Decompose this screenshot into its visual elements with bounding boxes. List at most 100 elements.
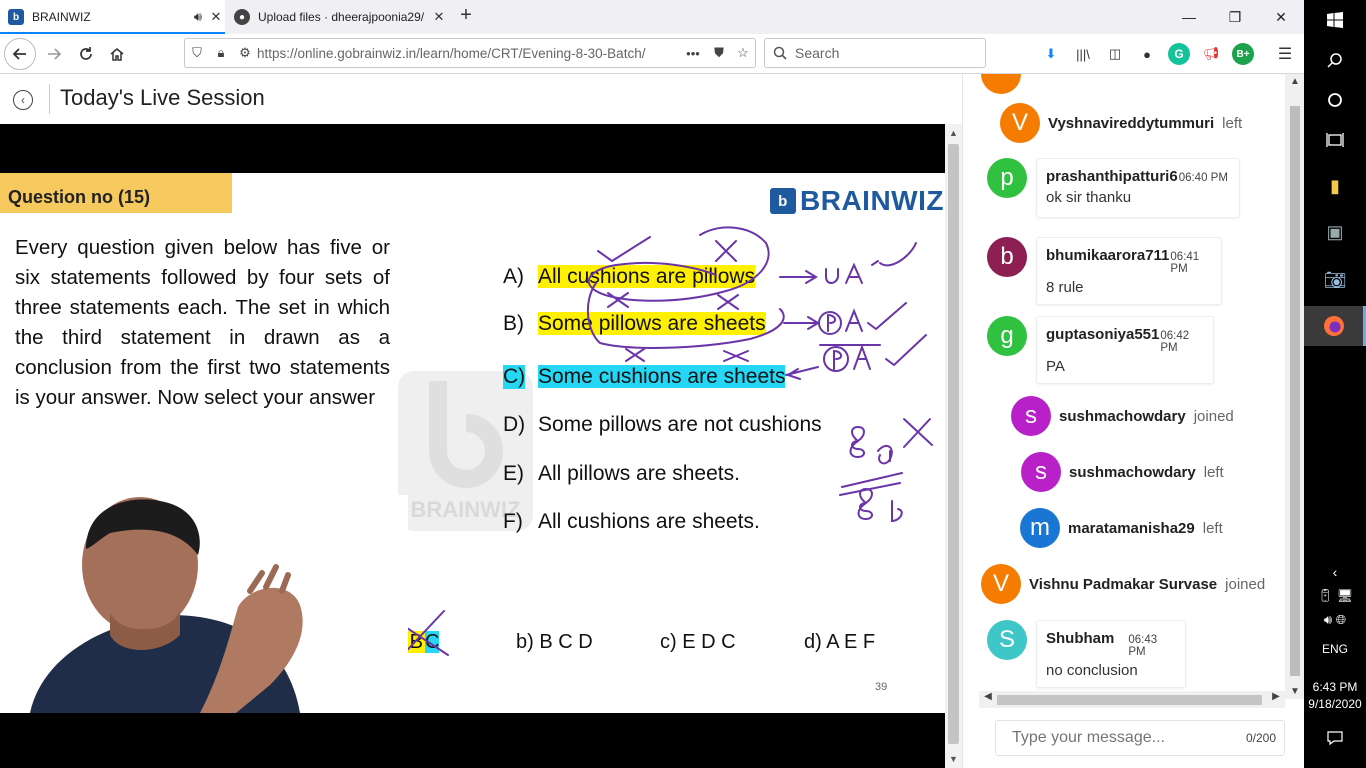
avatar: p (987, 158, 1027, 198)
url-text[interactable]: https://online.gobrainwiz.in/learn/home/… (257, 46, 679, 61)
option-letter: B) (503, 312, 524, 335)
network-battery-icons[interactable]: 🔋︎ 🖥︎ (1304, 588, 1366, 604)
new-tab-button[interactable]: + (454, 4, 478, 30)
message-time: 06:42 PM (1160, 330, 1190, 354)
address-bar[interactable]: ⛉ 🔒︎ ⚙ https://online.gobrainwiz.in/lear… (184, 38, 756, 68)
message-user-name: bhumikaarora711 (1046, 247, 1170, 264)
message-text: 8 rule (1046, 279, 1084, 296)
message-input-field[interactable] (1012, 729, 1246, 747)
show-hidden-icons-icon[interactable]: ‹ (1304, 552, 1366, 592)
chat-vertical-scrollbar[interactable]: ▲ ▼ (1285, 74, 1305, 699)
close-tab-icon[interactable]: ✕ (430, 9, 448, 25)
option-letter: A) (503, 265, 524, 288)
event-user-name: maratamanisha29 (1068, 519, 1195, 537)
slide-page-number: 39 (875, 681, 888, 693)
search-box[interactable]: Search (764, 38, 986, 68)
avatar: m (1020, 508, 1060, 548)
scroll-left-arrow[interactable]: ◀ (981, 691, 995, 702)
forward-button[interactable] (38, 38, 70, 70)
search-icon (773, 46, 787, 60)
extension-b-icon[interactable]: B+ (1232, 43, 1254, 65)
chat-event: V Vyshnavireddytummuri left (1000, 103, 1242, 143)
firefox-icon[interactable] (1304, 306, 1366, 346)
tab-brainwiz[interactable]: b BRAINWIZ 🔊︎ ✕ (0, 0, 225, 34)
navigation-toolbar: ⛉ 🔒︎ ⚙ https://online.gobrainwiz.in/lear… (0, 34, 1304, 74)
scrollbar-thumb[interactable] (948, 144, 959, 744)
notifications-icon[interactable] (1304, 718, 1366, 758)
back-button[interactable] (4, 38, 36, 70)
arrow-right-icon (48, 48, 62, 60)
scroll-up-arrow[interactable]: ▲ (945, 128, 962, 138)
camera-icon[interactable]: 📷︎ (1304, 260, 1366, 300)
brainwiz-favicon-icon: b (8, 9, 24, 25)
scrollbar-thumb[interactable] (1290, 106, 1300, 676)
option-letter: F) (503, 510, 523, 533)
permissions-icon[interactable]: ⚙ (233, 45, 257, 61)
event-user-name: Vishnu Padmakar Survase (1029, 575, 1218, 593)
option-letter: C) (503, 365, 526, 389)
pocket-icon[interactable]: ⛊ (707, 45, 731, 61)
option-text: All pillows are sheets. (538, 462, 740, 485)
avatar: s (1021, 452, 1061, 492)
github-icon: ● (234, 9, 250, 25)
chat-event: s sushmachowdary joined (1011, 396, 1234, 436)
scroll-up-arrow[interactable]: ▲ (1285, 76, 1305, 87)
speaker-icon[interactable]: 🔊︎ (189, 9, 207, 25)
megaphone-icon[interactable]: 📢︎ (1200, 43, 1222, 65)
menu-hamburger-icon[interactable]: ☰ (1274, 43, 1296, 65)
close-tab-icon[interactable]: ✕ (207, 9, 225, 25)
download-icon[interactable]: ⬇ (1040, 43, 1062, 65)
volume-icon[interactable]: 🔊︎ 🌐︎ (1304, 612, 1366, 628)
avatar: S (987, 620, 1027, 660)
app-icon[interactable]: ▣ (1304, 212, 1366, 252)
option-text: Some cushions are sheets (538, 365, 786, 388)
search-icon[interactable] (1304, 40, 1366, 80)
shield-icon[interactable]: ⛉ (185, 45, 209, 61)
library-icon[interactable]: |||\ (1072, 43, 1094, 65)
home-button[interactable] (101, 38, 133, 70)
back-circle-icon[interactable]: ‹ (13, 90, 33, 110)
chat-horizontal-scrollbar[interactable]: ◀ ▶ (979, 691, 1285, 708)
scroll-right-arrow[interactable]: ▶ (1269, 691, 1283, 702)
scroll-down-arrow[interactable]: ▼ (945, 754, 962, 764)
video-scrollbar[interactable]: ▲ ▼ (945, 124, 962, 768)
live-video-player[interactable]: Question no (15) b BRAINWIZ Every questi… (0, 124, 945, 768)
maximize-button[interactable]: ❐ (1212, 0, 1258, 34)
event-status: joined (1225, 575, 1266, 593)
scrollbar-thumb[interactable] (997, 695, 1262, 705)
windows-start-icon[interactable] (1304, 0, 1366, 40)
browser-tab-bar: b BRAINWIZ 🔊︎ ✕ ● Upload files · dheeraj… (0, 0, 1304, 34)
sidebar-icon[interactable]: ◫ (1104, 43, 1126, 65)
event-user-name: sushmachowdary (1069, 463, 1196, 481)
reload-button[interactable] (70, 38, 102, 70)
chat-messages[interactable]: V Vyshnavireddytummuri left p prashanthi… (963, 74, 1283, 692)
chat-message-input[interactable]: 0/200 (995, 720, 1285, 756)
bookmark-star-icon[interactable]: ☆ (731, 45, 755, 61)
chat-panel: V Vyshnavireddytummuri left p prashanthi… (962, 74, 1305, 768)
tab-upload-files[interactable]: ● Upload files · dheerajpoonia29/ ✕ (226, 0, 448, 34)
scroll-down-arrow[interactable]: ▼ (1285, 686, 1305, 697)
page-actions-icon[interactable]: ••• (679, 46, 707, 61)
message-bubble: bhumikaarora711 06:41 PM 8 rule (1036, 237, 1222, 305)
minimize-button[interactable]: — (1166, 0, 1212, 34)
clock-time[interactable]: 6:43 PM (1304, 680, 1366, 694)
message-text: ok sir thanku (1046, 189, 1132, 206)
cortana-icon[interactable] (1304, 80, 1366, 120)
lock-icon[interactable]: 🔒︎ (209, 45, 233, 61)
task-view-icon[interactable] (1304, 120, 1366, 160)
option-e: E) All pillows are sheets. (503, 462, 740, 486)
grammarly-icon[interactable]: G (1168, 43, 1190, 65)
avatar: g (987, 316, 1027, 356)
file-explorer-icon[interactable]: ▮ (1304, 166, 1366, 206)
event-status: left (1202, 519, 1223, 537)
language-indicator[interactable]: ENG (1304, 642, 1366, 656)
page-header: ‹ Today's Live Session (0, 74, 962, 124)
question-text: Every question given below has five or s… (15, 236, 390, 409)
search-placeholder: Search (795, 45, 840, 61)
close-window-button[interactable]: ✕ (1258, 0, 1304, 34)
clock-date[interactable]: 9/18/2020 (1304, 697, 1366, 711)
chat-message: S Shubham 06:43 PM no conclusion (987, 620, 1186, 688)
account-icon[interactable]: ● (1136, 43, 1158, 65)
message-bubble: Shubham 06:43 PM no conclusion (1036, 620, 1186, 688)
option-b: B) Some pillows are sheets (503, 312, 766, 336)
